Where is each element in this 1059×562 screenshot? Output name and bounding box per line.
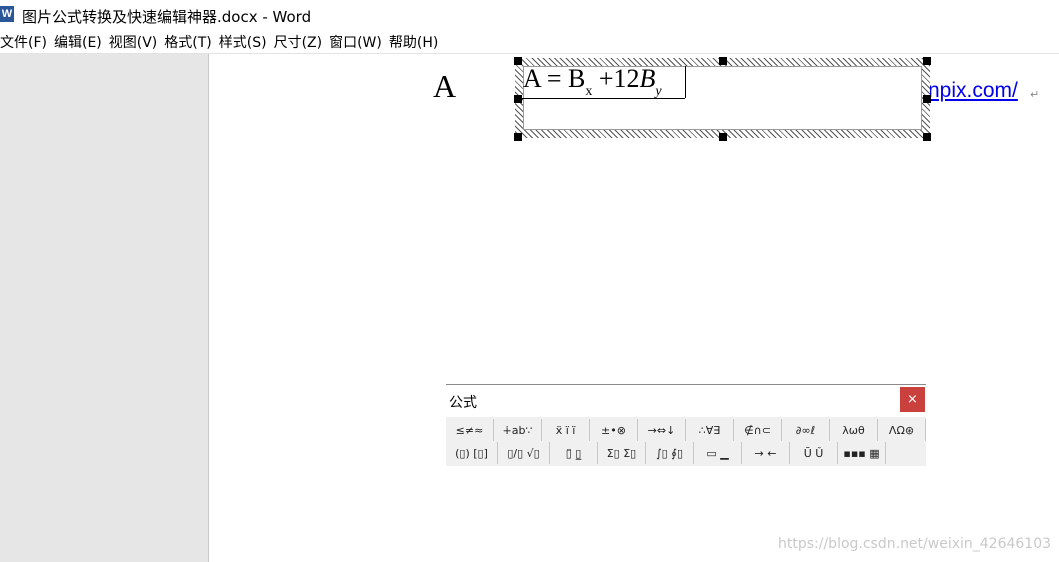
resize-handle-top[interactable]	[719, 57, 727, 65]
eq-part2: +12	[592, 64, 640, 93]
resize-handle-bottom-right[interactable]	[923, 133, 931, 141]
resize-handle-top-right[interactable]	[923, 57, 931, 65]
menu-file[interactable]: 文件(F)	[0, 32, 54, 52]
embellishments-button[interactable]: ẍ ï ï	[542, 419, 590, 441]
menu-help[interactable]: 帮助(H)	[389, 32, 445, 52]
document-letter-a: A	[433, 68, 457, 104]
palette-header[interactable]: 公式 ×	[446, 385, 926, 417]
products-set-theory-button[interactable]: Ū Ǔ	[790, 442, 838, 464]
document-hyperlink[interactable]: npix.com/	[928, 79, 1018, 103]
menu-view[interactable]: 视图(V)	[109, 32, 165, 52]
left-navigation-pane	[0, 54, 209, 562]
palette-symbols-row: ≤≠≈ ∔ab∵ ẍ ï ï ±•⊗ →⇔↓ ∴∀∃ ∉∩⊂ ∂∞ℓ λωθ Λ…	[446, 419, 926, 441]
word-app-icon: W	[0, 6, 14, 22]
menu-bar: 文件(F) 编辑(E) 视图(V) 格式(T) 样式(S) 尺寸(Z) 窗口(W…	[0, 30, 1059, 54]
spaces-ellipses-button[interactable]: ∔ab∵	[494, 419, 542, 441]
fence-templates-button[interactable]: (▯) [▯]	[446, 442, 498, 464]
paragraph-mark: ↵	[1030, 89, 1040, 101]
integral-templates-button[interactable]: ∫▯ ∮▯	[646, 442, 694, 464]
arrow-symbols-button[interactable]: →⇔↓	[638, 419, 686, 441]
equation-baseline	[520, 98, 685, 99]
menu-edit[interactable]: 编辑(E)	[54, 32, 109, 52]
misc-symbols-button[interactable]: ∂∞ℓ	[782, 419, 830, 441]
summation-templates-button[interactable]: Σ▯ Σ▯	[598, 442, 646, 464]
set-theory-symbols-button[interactable]: ∉∩⊂	[734, 419, 782, 441]
window-title: 图片公式转换及快速编辑神器.docx - Word	[22, 8, 312, 26]
menu-size[interactable]: 尺寸(Z)	[274, 32, 330, 52]
equation-palette: 公式 × ≤≠≈ ∔ab∵ ẍ ï ï ±•⊗ →⇔↓ ∴∀∃ ∉∩⊂ ∂∞ℓ …	[446, 384, 926, 466]
logical-symbols-button[interactable]: ∴∀∃	[686, 419, 734, 441]
resize-handle-bottom[interactable]	[719, 133, 727, 141]
palette-templates-row: (▯) [▯] ▯/▯ √▯ ▯̈ ▯̲ Σ▯ Σ▯ ∫▯ ∮▯ ▭ ▁ → ←…	[446, 442, 926, 464]
title-bar: W 图片公式转换及快速编辑神器.docx - Word	[0, 0, 1059, 30]
menu-style[interactable]: 样式(S)	[219, 32, 274, 52]
equation-expression[interactable]: A = Bx +12By	[523, 62, 662, 101]
resize-handle-bottom-left[interactable]	[514, 133, 522, 141]
watermark: https://blog.csdn.net/weixin_42646103	[778, 536, 1052, 552]
resize-handle-right[interactable]	[923, 95, 931, 103]
resize-handle-left[interactable]	[514, 95, 522, 103]
palette-title: 公式	[449, 395, 477, 411]
resize-handle-top-left[interactable]	[514, 57, 522, 65]
labeled-arrow-button[interactable]: → ←	[742, 442, 790, 464]
text-cursor	[685, 66, 686, 98]
fraction-radical-button[interactable]: ▯/▯ √▯	[498, 442, 550, 464]
operator-symbols-button[interactable]: ±•⊗	[590, 419, 638, 441]
underbar-overbar-button[interactable]: ▭ ▁	[694, 442, 742, 464]
eq-part1: A = B	[523, 64, 586, 93]
menu-format[interactable]: 格式(T)	[164, 32, 218, 52]
eq-subscript-y: y	[655, 84, 662, 99]
greek-uppercase-button[interactable]: ΛΩ⊛	[878, 419, 926, 441]
eq-subscript-x: x	[585, 84, 593, 99]
eq-variable-b: B	[639, 64, 656, 93]
close-button[interactable]: ×	[900, 387, 925, 412]
menu-window[interactable]: 窗口(W)	[329, 32, 389, 52]
greek-lowercase-button[interactable]: λωθ	[830, 419, 878, 441]
matrix-templates-button[interactable]: ▪▪▪ ▦	[838, 442, 886, 464]
subscript-superscript-button[interactable]: ▯̈ ▯̲	[550, 442, 598, 464]
relational-symbols-button[interactable]: ≤≠≈	[446, 419, 494, 441]
